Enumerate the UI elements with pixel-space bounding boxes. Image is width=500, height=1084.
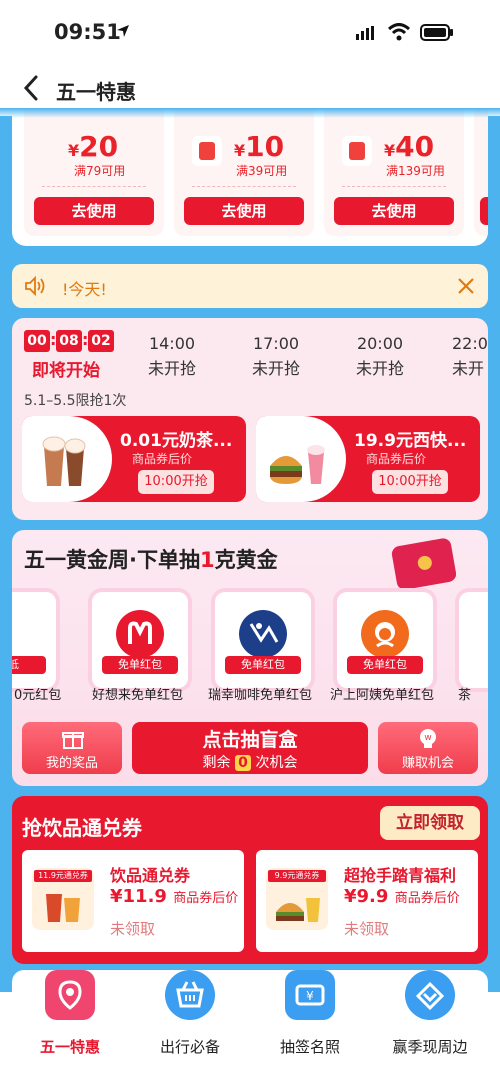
use-coupon-button[interactable]: 去使用 [334, 197, 454, 225]
bottom-tab-bar: 五一特惠 出行必备 ¥ 抽签名照 赢季现周边 [0, 970, 500, 1084]
speaker-icon [25, 276, 45, 296]
claim-now-button[interactable]: 立即领取 [380, 806, 480, 840]
purchase-limit: 5.1–5.5限抢1次 [24, 393, 127, 409]
coupon-amount: ¥20 [68, 130, 119, 163]
voucher-price: ¥9.9 商品券后价 [344, 886, 460, 907]
use-coupon-button[interactable]: 去使用 [184, 197, 304, 225]
drink-voucher-panel: 抢饮品通兑券 立即领取 11.9元通兑券 饮品通兑券 ¥11.9 商品券后价 未… [12, 796, 488, 964]
deal-subtitle: 商品券后价 [132, 452, 193, 466]
voucher-name: 饮品通兑券 [110, 866, 191, 885]
svg-text:w: w [424, 733, 431, 743]
divider [42, 186, 146, 187]
coupon-amount: ¥10 [234, 130, 285, 163]
deal-start-button[interactable]: 10:00开抢 [138, 470, 214, 494]
deal-card[interactable]: 0.01元奶茶... 商品券后价 10:00开抢 [22, 416, 246, 502]
red-packet-icon [192, 136, 222, 166]
haoxianglai-logo-icon [116, 610, 164, 658]
draw-blind-box-button[interactable]: 点击抽盲盒 剩余 0 次机会 [132, 722, 368, 774]
coupon-condition: 满139可用 [386, 164, 445, 178]
voucher-price: ¥11.9 商品券后价 [110, 886, 239, 907]
wifi-icon [388, 23, 410, 41]
time-slot[interactable]: 20:00 未开抢 [348, 334, 412, 379]
svg-text:¥: ¥ [306, 989, 314, 1003]
page-title: 五一特惠 [56, 80, 136, 104]
use-coupon-button[interactable]: 去使用 [34, 197, 154, 225]
countdown: 00:08:02 [24, 330, 114, 352]
basket-icon [165, 970, 215, 1020]
voucher-name: 超抢手踏青福利 [344, 866, 457, 885]
deal-subtitle: 商品券后价 [366, 452, 427, 466]
voucher-image: 9.9元通兑券 [266, 868, 328, 930]
prize-label: 沪上阿姨免单红包 [330, 688, 435, 703]
prize-label: 0元红包 [14, 688, 62, 703]
divider [192, 186, 296, 187]
voucher-image: 11.9元通兑券 [32, 868, 94, 930]
deal-card[interactable]: 19.9元西快... 商品券后价 10:00开抢 [256, 416, 480, 502]
earn-chances-button[interactable]: w 赚取机会 [378, 722, 478, 774]
coupon-panel: ¥20 满79可用 去使用 ¥10 满39可用 去使用 ¥40 满139可用 去… [12, 108, 488, 246]
signal-icon [356, 26, 374, 40]
location-pin-icon [45, 970, 95, 1020]
flash-sale-panel: 00:08:02 即将开始 14:00 未开抢 17:00 未开抢 20:00 未开抢… [12, 318, 488, 520]
burger-image [256, 416, 346, 502]
remaining-chances: 剩余 0 次机会 [202, 755, 298, 771]
deal-title: 0.01元奶茶... [120, 431, 233, 451]
milk-tea-image [22, 416, 112, 502]
prize-card[interactable]: 免单红包 [92, 592, 188, 688]
status-bar: 09:51 [0, 0, 500, 62]
luckin-logo-icon [239, 610, 287, 658]
nav-shadow [0, 108, 500, 118]
voucher-state: 未领取 [344, 920, 390, 938]
use-coupon-button[interactable] [480, 197, 488, 225]
coupon-condition: 满79可用 [74, 164, 126, 178]
voucher-card[interactable]: 9.9元通兑券 超抢手踏青福利 ¥9.9 商品券后价 未领取 [256, 850, 478, 952]
countdown-seconds: 02 [88, 330, 114, 352]
countdown-label: 即将开始 [32, 361, 100, 381]
gold-week-title: 五一黄金周·下单抽1克黄金 [24, 548, 278, 572]
auntie-shanghai-logo-icon [361, 610, 409, 658]
notice-text: !今天! [62, 280, 107, 299]
ticket-icon: ¥ [285, 970, 335, 1020]
back-arrow-icon[interactable] [22, 74, 40, 102]
voucher-card[interactable]: 11.9元通兑券 饮品通兑券 ¥11.9 商品券后价 未领取 [22, 850, 244, 952]
time-slot[interactable]: 14:00 未开抢 [140, 334, 204, 379]
drink-voucher-title: 抢饮品通兑券 [22, 816, 142, 840]
red-packet-icon [342, 136, 372, 166]
coupon-card-peek [474, 108, 488, 236]
deal-title: 19.9元西快... [354, 431, 467, 451]
location-arrow-icon [117, 25, 129, 37]
heart-diamond-icon [405, 970, 455, 1020]
red-envelope-icon [390, 537, 458, 591]
prize-label: 好想来免单红包 [92, 688, 184, 703]
gift-icon [62, 732, 84, 749]
coupon-amount: ¥40 [384, 130, 435, 163]
prize-card[interactable]: 免单红包 [337, 592, 433, 688]
status-time: 09:51 [54, 20, 121, 44]
countdown-minutes: 08 [56, 330, 82, 352]
prize-card[interactable] [459, 592, 488, 688]
gold-week-panel: 五一黄金周·下单抽1克黄金 元抵 0元红包 免单红包 好想来免单红包 免单红包 … [12, 530, 488, 786]
prize-label: 瑞幸咖啡免单红包 [208, 688, 313, 703]
coupon-card: ¥10 满39可用 去使用 [174, 108, 314, 236]
lightbulb-icon: w [420, 729, 436, 748]
coupon-condition: 满39可用 [236, 164, 288, 178]
coupon-card: ¥40 满139可用 去使用 [324, 108, 464, 236]
countdown-hours: 00 [24, 330, 50, 352]
divider [342, 186, 446, 187]
prize-card[interactable]: 元抵 [12, 592, 56, 688]
battery-icon [420, 24, 453, 41]
close-icon[interactable] [456, 276, 476, 296]
time-slot[interactable]: 17:00 未开抢 [244, 334, 308, 379]
coupon-card: ¥20 满79可用 去使用 [24, 108, 164, 236]
prize-label: 茶 [458, 688, 472, 703]
notice-bar: !今天! [12, 264, 488, 308]
prize-card[interactable]: 免单红包 [215, 592, 311, 688]
time-slot[interactable]: 22:0 未开 [452, 334, 488, 379]
voucher-state: 未领取 [110, 920, 156, 938]
my-prizes-button[interactable]: 我的奖品 [22, 722, 122, 774]
deal-start-button[interactable]: 10:00开抢 [372, 470, 448, 494]
